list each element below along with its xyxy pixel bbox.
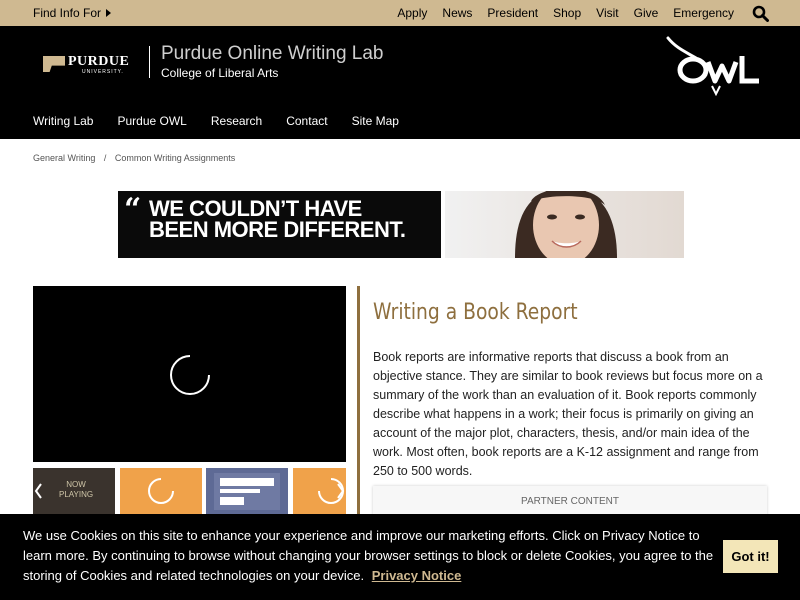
site-title[interactable]: Purdue Online Writing Lab xyxy=(161,43,384,65)
ad-banner[interactable]: “ WE COULDN’T HAVE BEEN MORE DIFFERENT. xyxy=(118,191,684,258)
article-title: Writing a Book Report xyxy=(373,300,578,325)
cookie-text: We use Cookies on this site to enhance y… xyxy=(23,528,714,583)
search-icon[interactable] xyxy=(752,5,769,22)
video-playlist: NOW PLAYING xyxy=(33,468,346,515)
playlist-thumb-2[interactable] xyxy=(120,468,202,515)
thumb-spinner-icon xyxy=(148,478,174,504)
utility-link-visit[interactable]: Visit xyxy=(596,6,618,20)
partner-content-box: PARTNER CONTENT xyxy=(373,486,767,516)
logo-subtext: UNIVERSITY. xyxy=(82,69,124,75)
site-subtitle: College of Liberal Arts xyxy=(161,66,279,80)
article-body: Book reports are informative reports tha… xyxy=(373,350,763,478)
cookie-message: We use Cookies on this site to enhance y… xyxy=(23,526,723,586)
header-divider xyxy=(149,46,150,78)
nav-research[interactable]: Research xyxy=(211,114,262,128)
utility-link-apply[interactable]: Apply xyxy=(397,6,427,20)
utility-link-give[interactable]: Give xyxy=(634,6,659,20)
ad-photo xyxy=(445,191,684,258)
nav-contact[interactable]: Contact xyxy=(286,114,327,128)
site-header: PURDUE UNIVERSITY. Purdue Online Writing… xyxy=(0,26,800,139)
mla-thumb-graphic xyxy=(214,473,280,510)
playlist-thumb-3[interactable] xyxy=(206,468,288,515)
ad-text-panel: “ WE COULDN’T HAVE BEEN MORE DIFFERENT. xyxy=(118,191,441,258)
now-playing-label: NOW PLAYING xyxy=(59,480,94,499)
nav-purdue-owl[interactable]: Purdue OWL xyxy=(117,114,186,128)
breadcrumb-general-writing[interactable]: General Writing xyxy=(33,153,95,163)
breadcrumb-separator: / xyxy=(103,153,107,163)
ad-line-2: BEEN MORE DIFFERENT. xyxy=(149,217,406,242)
breadcrumb-common-writing-assignments[interactable]: Common Writing Assignments xyxy=(115,153,235,163)
chevron-left-icon[interactable] xyxy=(33,468,45,515)
purdue-p-mark xyxy=(43,56,65,72)
chevron-right-icon[interactable] xyxy=(334,468,346,515)
nav-site-map[interactable]: Site Map xyxy=(352,114,399,128)
loading-spinner-icon xyxy=(170,355,210,395)
quote-mark-icon: “ xyxy=(124,192,142,227)
utility-link-news[interactable]: News xyxy=(442,6,472,20)
video-player[interactable] xyxy=(33,286,346,462)
nav-writing-lab[interactable]: Writing Lab xyxy=(33,114,93,128)
find-info-for-menu[interactable]: Find Info For xyxy=(33,6,112,20)
purdue-logo[interactable]: PURDUE UNIVERSITY. xyxy=(43,54,133,76)
utility-link-president[interactable]: President xyxy=(487,6,538,20)
utility-link-shop[interactable]: Shop xyxy=(553,6,581,20)
caret-right-icon xyxy=(106,9,112,17)
privacy-notice-link[interactable]: Privacy Notice xyxy=(372,568,462,583)
got-it-button[interactable]: Got it! xyxy=(723,540,778,573)
owl-logo-icon[interactable] xyxy=(666,34,764,96)
utility-link-emergency[interactable]: Emergency xyxy=(673,6,734,20)
utility-links: Apply News President Shop Visit Give Eme… xyxy=(382,6,734,20)
partner-content-label: PARTNER CONTENT xyxy=(521,496,619,507)
breadcrumb: General Writing / Common Writing Assignm… xyxy=(33,153,235,163)
utility-bar: Find Info For Apply News President Shop … xyxy=(0,0,800,26)
main-nav: Writing Lab Purdue OWL Research Contact … xyxy=(33,114,423,128)
cookie-banner: We use Cookies on this site to enhance y… xyxy=(0,514,800,600)
playlist-thumb-1[interactable]: NOW PLAYING xyxy=(33,468,115,515)
logo-wordmark: PURDUE xyxy=(68,54,130,69)
find-info-for-label: Find Info For xyxy=(33,6,102,20)
ad-portrait-illustration xyxy=(515,191,617,258)
article-accent-rule xyxy=(357,286,360,526)
